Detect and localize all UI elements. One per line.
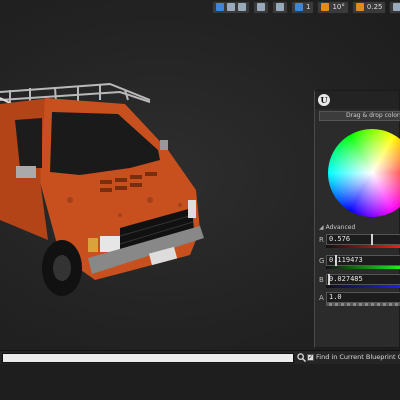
collapse-arrow-icon: ◢ bbox=[319, 224, 324, 231]
advanced-label: Advanced bbox=[325, 224, 356, 231]
angle-snap-control[interactable]: 10° bbox=[317, 0, 349, 14]
color-picker-panel: U Drag & drop colors here ◢Advanced R 0.… bbox=[314, 90, 400, 348]
scale-snap-value: 0.25 bbox=[366, 3, 383, 11]
scale-snap-icon bbox=[355, 3, 364, 11]
world-local-toggle[interactable] bbox=[253, 0, 269, 14]
scale-icon[interactable] bbox=[238, 3, 246, 11]
red-channel-label: R bbox=[319, 236, 324, 244]
angle-snap-value: 10° bbox=[332, 3, 345, 11]
find-results-list bbox=[0, 364, 400, 400]
side-mirror bbox=[16, 166, 36, 178]
red-channel-input[interactable]: 0.576 bbox=[326, 234, 400, 245]
blue-channel-label: B bbox=[319, 276, 324, 284]
translate-icon[interactable] bbox=[216, 3, 224, 11]
grid-snap-icon bbox=[295, 3, 303, 11]
find-in-blueprint-checkbox[interactable]: ✓ bbox=[307, 354, 314, 361]
find-in-blueprint-label: Find in Current Blueprint Only bbox=[316, 353, 400, 361]
surface-snap-toggle[interactable] bbox=[272, 0, 288, 14]
slider-handle[interactable] bbox=[335, 255, 338, 266]
rotate-icon[interactable] bbox=[227, 3, 235, 11]
find-search-input[interactable] bbox=[2, 353, 294, 363]
alpha-channel-label: A bbox=[319, 294, 324, 302]
world-icon bbox=[257, 3, 265, 11]
camera-speed-icon bbox=[393, 3, 400, 11]
blue-channel-input[interactable]: 0.027485 bbox=[326, 274, 400, 285]
viewport-toolbar: 1 10° 0.25 4 bbox=[212, 0, 400, 14]
advanced-section-toggle[interactable]: ◢ Advanced bbox=[319, 224, 355, 231]
alpha-channel-slider[interactable] bbox=[326, 303, 400, 306]
slider-handle[interactable] bbox=[370, 234, 373, 245]
camera-speed-control[interactable]: 4 bbox=[389, 0, 400, 14]
angle-snap-icon bbox=[321, 3, 330, 11]
color-wheel[interactable] bbox=[328, 129, 400, 217]
find-results-bar: ✓ Find in Current Blueprint Only bbox=[0, 350, 400, 364]
search-icon[interactable] bbox=[297, 353, 306, 362]
red-channel-slider[interactable] bbox=[326, 245, 400, 248]
blue-channel-slider[interactable] bbox=[326, 285, 400, 288]
grid-snap-control[interactable]: 1 bbox=[291, 0, 315, 14]
surface-snap-icon bbox=[276, 3, 284, 11]
color-picker-header: U bbox=[315, 91, 399, 109]
drag-drop-colors-area[interactable]: Drag & drop colors here bbox=[319, 111, 400, 121]
grid-snap-value: 1 bbox=[306, 3, 311, 11]
scale-snap-control[interactable]: 0.25 bbox=[351, 0, 387, 14]
transform-tools bbox=[212, 0, 250, 14]
slider-handle[interactable] bbox=[328, 274, 331, 285]
green-channel-slider[interactable] bbox=[326, 266, 400, 269]
headlight-left bbox=[100, 236, 120, 252]
alpha-channel-input[interactable]: 1.0 bbox=[326, 292, 400, 303]
unreal-logo-icon: U bbox=[318, 94, 330, 106]
green-channel-label: G bbox=[319, 257, 325, 265]
